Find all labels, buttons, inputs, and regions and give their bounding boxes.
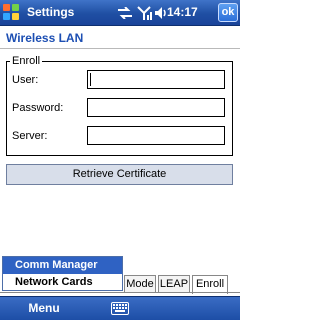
windows-start-icon[interactable] xyxy=(3,4,21,22)
tab-leap[interactable]: LEAP xyxy=(158,275,190,293)
popup-menu: Comm Manager Network Cards xyxy=(2,256,123,291)
text-caret xyxy=(90,73,91,86)
title-bar: Settings 14:17 ok xyxy=(0,0,240,26)
tabs-baseline xyxy=(0,292,240,293)
connectivity-icon[interactable] xyxy=(117,7,133,19)
user-input[interactable] xyxy=(87,70,225,89)
speaker-icon[interactable] xyxy=(154,6,167,20)
keyboard-keys-glyph xyxy=(113,304,127,312)
clock-time: 14:17 xyxy=(167,5,198,19)
ok-button[interactable]: ok xyxy=(218,3,238,22)
user-label: User: xyxy=(12,74,39,86)
page-title: Wireless LAN xyxy=(6,31,84,45)
menu-item-network-cards[interactable]: Network Cards xyxy=(3,274,122,291)
server-label: Server: xyxy=(12,130,48,142)
softkey-bar: Menu xyxy=(0,296,240,320)
server-input[interactable] xyxy=(87,126,225,145)
password-input[interactable] xyxy=(87,98,225,117)
window-title: Settings xyxy=(27,5,75,19)
retrieve-certificate-button[interactable]: Retrieve Certificate xyxy=(6,164,233,185)
enroll-group-legend: Enroll xyxy=(10,55,43,67)
password-label: Password: xyxy=(12,102,64,114)
keyboard-icon[interactable] xyxy=(111,302,129,315)
signal-icon[interactable] xyxy=(136,6,152,20)
tab-mode[interactable]: Mode xyxy=(124,275,156,293)
title-divider xyxy=(0,48,240,49)
menu-item-comm-manager[interactable]: Comm Manager xyxy=(3,257,122,274)
menu-softkey[interactable]: Menu xyxy=(0,297,88,320)
